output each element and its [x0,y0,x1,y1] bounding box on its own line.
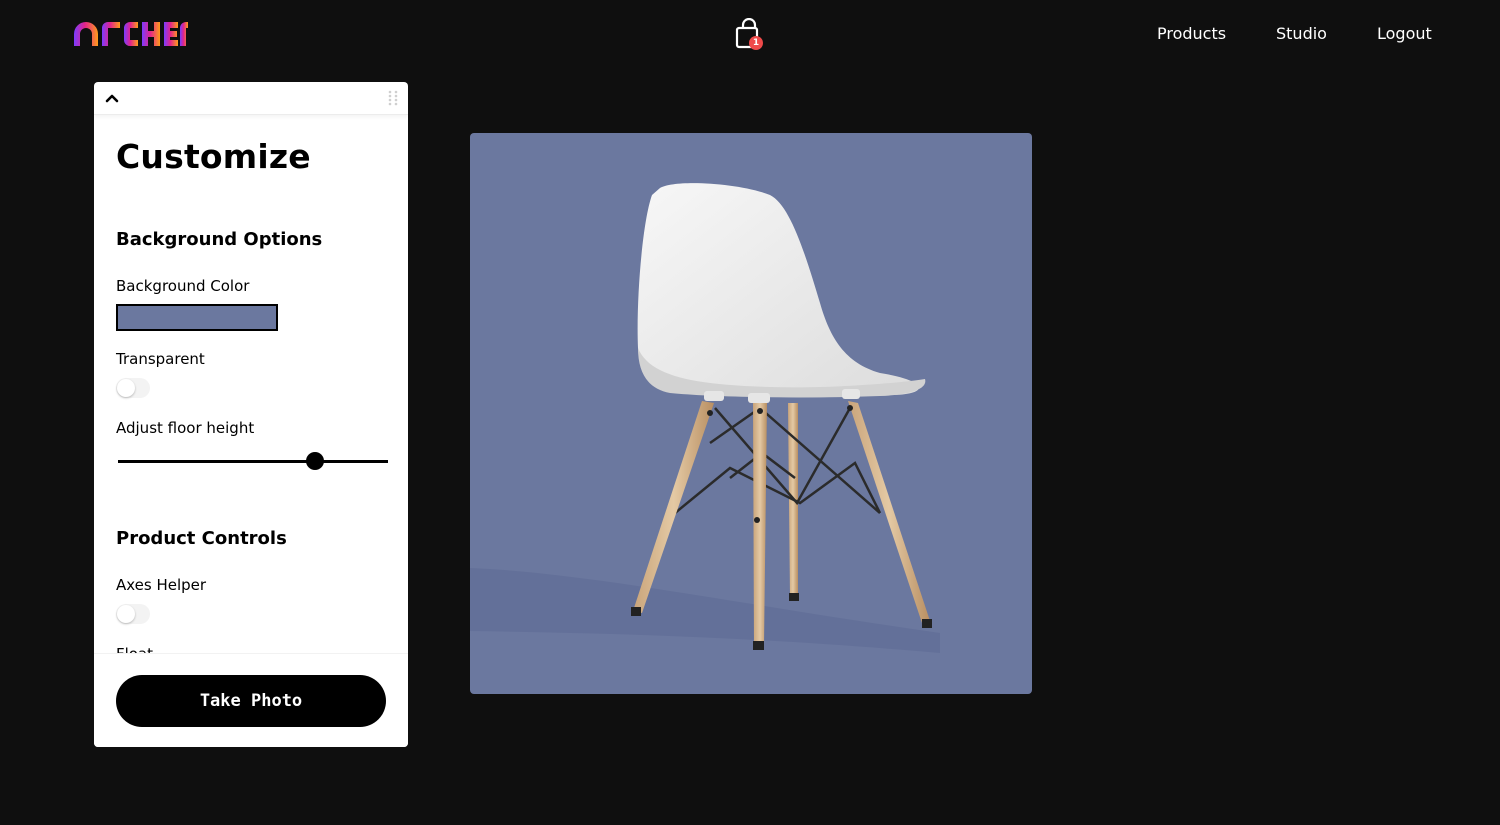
customize-panel: Customize Background Options Background … [94,82,408,747]
background-color-swatch[interactable] [116,304,278,331]
cart-count-badge: 1 [749,36,763,50]
toggle-knob [117,379,135,397]
axes-helper-label: Axes Helper [116,576,207,594]
chevron-up-icon[interactable] [104,90,120,106]
panel-footer: Take Photo [94,653,408,747]
background-options-heading: Background Options [116,229,323,250]
transparent-label: Transparent [116,350,205,368]
panel-title: Customize [116,137,311,176]
transparent-toggle[interactable] [116,378,150,398]
product-controls-heading: Product Controls [116,528,287,549]
toggle-knob [117,605,135,623]
background-color-label: Background Color [116,277,250,295]
float-label: Float [116,645,153,653]
archer-logo[interactable] [74,22,188,46]
floor-height-label: Adjust floor height [116,419,255,437]
panel-header [94,82,408,115]
floor-height-slider-track[interactable] [118,460,388,463]
floor-height-slider-thumb[interactable] [306,452,325,470]
nav-logout-link[interactable]: Logout [1377,24,1432,43]
nav-products-link[interactable]: Products [1157,24,1226,43]
drag-handle-icon[interactable] [388,90,398,106]
panel-scroll-area[interactable]: Customize Background Options Background … [94,115,408,653]
product-viewport[interactable] [470,133,1032,694]
take-photo-button[interactable]: Take Photo [116,675,386,727]
chair-render [470,133,1032,694]
axes-helper-toggle[interactable] [116,604,150,624]
nav-studio-link[interactable]: Studio [1276,24,1327,43]
